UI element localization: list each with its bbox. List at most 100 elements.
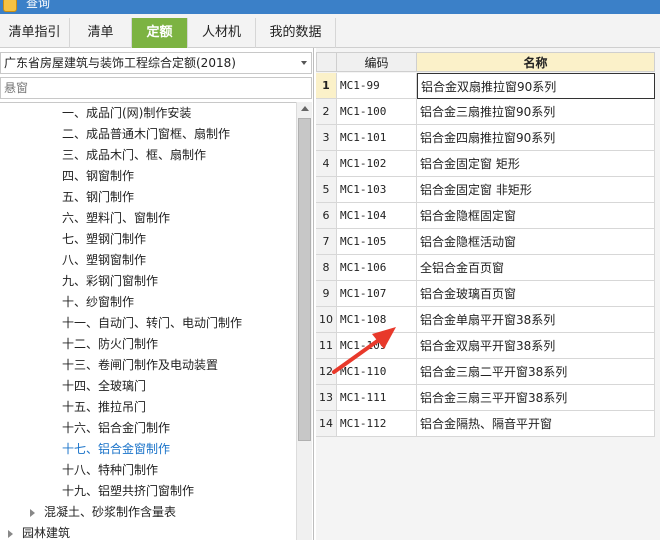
cell-code[interactable]: MC1-110 xyxy=(337,359,417,385)
scrollbar-thumb[interactable] xyxy=(298,118,311,441)
table-row[interactable]: 11 MC1-109 铝合金双扇平开窗38系列 xyxy=(316,333,660,359)
quota-library-select-value: 广东省房屋建筑与装饰工程综合定额(2018) xyxy=(4,56,236,70)
cell-code[interactable]: MC1-104 xyxy=(337,203,417,229)
row-number: 8 xyxy=(316,255,337,281)
cell-code[interactable]: MC1-105 xyxy=(337,229,417,255)
tree-item[interactable]: 八、塑钢窗制作 xyxy=(62,250,146,271)
cell-code[interactable]: MC1-102 xyxy=(337,151,417,177)
tree-item[interactable]: 十二、防火门制作 xyxy=(62,334,158,355)
tab-my-data[interactable]: 我的数据 xyxy=(256,18,336,48)
table-row[interactable]: 2 MC1-100 铝合金三扇推拉窗90系列 xyxy=(316,99,660,125)
cell-name[interactable]: 铝合金四扇推拉窗90系列 xyxy=(417,125,655,151)
tab-list-guide[interactable]: 清单指引 xyxy=(0,18,70,48)
search-input[interactable] xyxy=(0,77,312,99)
chevron-down-icon[interactable] xyxy=(301,61,307,65)
column-header-code[interactable]: 编码 xyxy=(337,52,417,72)
cell-name[interactable]: 铝合金隐框活动窗 xyxy=(417,229,655,255)
cell-code[interactable]: MC1-107 xyxy=(337,281,417,307)
row-number: 3 xyxy=(316,125,337,151)
tree-item[interactable]: 十、纱窗制作 xyxy=(62,292,134,313)
tree-item[interactable]: 十四、全玻璃门 xyxy=(62,376,146,397)
cell-code[interactable]: MC1-109 xyxy=(337,333,417,359)
row-number: 13 xyxy=(316,385,337,411)
row-number: 11 xyxy=(316,333,337,359)
tree-item[interactable]: 十五、推拉吊门 xyxy=(62,397,146,418)
quota-grid-panel: 编码 名称 1 MC1-99 铝合金双扇推拉窗90系列 2 MC1-100 铝合… xyxy=(316,48,660,540)
table-row[interactable]: 14 MC1-112 铝合金隔热、隔音平开窗 xyxy=(316,411,660,437)
cell-code[interactable]: MC1-99 xyxy=(337,73,417,99)
title-bar: 查询 xyxy=(0,0,660,14)
table-row[interactable]: 13 MC1-111 铝合金三扇三平开窗38系列 xyxy=(316,385,660,411)
tab-list[interactable]: 清单 xyxy=(70,18,132,48)
row-number-header xyxy=(316,52,337,72)
chapter-tree: 一、成品门(网)制作安装 二、成品普通木门窗框、扇制作 三、成品木门、框、扇制作… xyxy=(0,102,296,540)
table-row[interactable]: 7 MC1-105 铝合金隐框活动窗 xyxy=(316,229,660,255)
expand-arrow-icon[interactable] xyxy=(30,508,35,517)
column-header-name[interactable]: 名称 xyxy=(417,52,655,72)
cell-name[interactable]: 铝合金单扇平开窗38系列 xyxy=(417,307,655,333)
tree-item[interactable]: 六、塑料门、窗制作 xyxy=(62,208,170,229)
expand-arrow-icon[interactable] xyxy=(8,529,13,538)
tree-item[interactable]: 十一、自动门、转门、电动门制作 xyxy=(62,313,242,334)
tree-item-label: 混凝土、砂浆制作含量表 xyxy=(44,505,177,519)
tree-item[interactable]: 九、彩钢门窗制作 xyxy=(62,271,158,292)
table-row[interactable]: 3 MC1-101 铝合金四扇推拉窗90系列 xyxy=(316,125,660,151)
cell-code[interactable]: MC1-108 xyxy=(337,307,417,333)
tree-item-collapsed[interactable]: 混凝土、砂浆制作含量表 xyxy=(30,502,176,523)
table-row[interactable]: 9 MC1-107 铝合金玻璃百页窗 xyxy=(316,281,660,307)
row-number: 6 xyxy=(316,203,337,229)
tree-item-collapsed[interactable]: 园林建筑 xyxy=(8,523,70,540)
tree-item[interactable]: 十九、铝塑共挤门窗制作 xyxy=(62,481,194,502)
table-row[interactable]: 5 MC1-103 铝合金固定窗 非矩形 xyxy=(316,177,660,203)
cell-code[interactable]: MC1-112 xyxy=(337,411,417,437)
row-number: 4 xyxy=(316,151,337,177)
cell-name[interactable]: 铝合金双扇平开窗38系列 xyxy=(417,333,655,359)
tree-item[interactable]: 十六、铝合金门制作 xyxy=(62,418,170,439)
cell-name[interactable]: 铝合金三扇推拉窗90系列 xyxy=(417,99,655,125)
tree-scrollbar[interactable] xyxy=(296,102,312,540)
row-number: 7 xyxy=(316,229,337,255)
table-row[interactable]: 8 MC1-106 全铝合金百页窗 xyxy=(316,255,660,281)
window-title: 查询 xyxy=(26,0,51,10)
tab-labor-material-machine[interactable]: 人材机 xyxy=(188,18,256,48)
tree-item[interactable]: 十三、卷闸门制作及电动装置 xyxy=(62,355,218,376)
cell-name[interactable]: 铝合金隔热、隔音平开窗 xyxy=(417,411,655,437)
tree-item[interactable]: 五、钢门制作 xyxy=(62,187,134,208)
cell-name[interactable]: 铝合金三扇三平开窗38系列 xyxy=(417,385,655,411)
cell-name[interactable]: 铝合金双扇推拉窗90系列 xyxy=(417,73,655,99)
tab-quota[interactable]: 定额 xyxy=(132,18,188,48)
tree-item[interactable]: 一、成品门(网)制作安装 xyxy=(62,103,191,124)
app-icon xyxy=(3,0,17,12)
row-number: 14 xyxy=(316,411,337,437)
tree-item[interactable]: 二、成品普通木门窗框、扇制作 xyxy=(62,124,230,145)
cell-name[interactable]: 铝合金固定窗 矩形 xyxy=(417,151,655,177)
tab-bar: 清单指引 清单 定额 人材机 我的数据 xyxy=(0,14,660,48)
cell-code[interactable]: MC1-100 xyxy=(337,99,417,125)
cell-name[interactable]: 铝合金隐框固定窗 xyxy=(417,203,655,229)
table-row[interactable]: 1 MC1-99 铝合金双扇推拉窗90系列 xyxy=(316,73,660,99)
quota-library-select[interactable]: 广东省房屋建筑与装饰工程综合定额(2018) xyxy=(0,52,312,74)
tree-item-label: 园林建筑 xyxy=(22,526,71,540)
tree-item[interactable]: 四、钢窗制作 xyxy=(62,166,134,187)
row-number: 10 xyxy=(316,307,337,333)
left-panel: 广东省房屋建筑与装饰工程综合定额(2018) 一、成品门(网)制作安装 二、成品… xyxy=(0,48,314,540)
table-row[interactable]: 4 MC1-102 铝合金固定窗 矩形 xyxy=(316,151,660,177)
scroll-up-icon[interactable] xyxy=(301,106,309,111)
row-number: 2 xyxy=(316,99,337,125)
tree-item-selected[interactable]: 十七、铝合金窗制作 xyxy=(62,439,170,460)
cell-code[interactable]: MC1-103 xyxy=(337,177,417,203)
cell-name[interactable]: 铝合金玻璃百页窗 xyxy=(417,281,655,307)
table-row[interactable]: 10 MC1-108 铝合金单扇平开窗38系列 xyxy=(316,307,660,333)
cell-code[interactable]: MC1-101 xyxy=(337,125,417,151)
table-row[interactable]: 6 MC1-104 铝合金隐框固定窗 xyxy=(316,203,660,229)
cell-name[interactable]: 铝合金三扇二平开窗38系列 xyxy=(417,359,655,385)
tree-item[interactable]: 十八、特种门制作 xyxy=(62,460,158,481)
cell-code[interactable]: MC1-111 xyxy=(337,385,417,411)
tree-item[interactable]: 七、塑钢门制作 xyxy=(62,229,146,250)
cell-code[interactable]: MC1-106 xyxy=(337,255,417,281)
cell-name[interactable]: 全铝合金百页窗 xyxy=(417,255,655,281)
cell-name[interactable]: 铝合金固定窗 非矩形 xyxy=(417,177,655,203)
table-row[interactable]: 12 MC1-110 铝合金三扇二平开窗38系列 xyxy=(316,359,660,385)
row-number: 1 xyxy=(316,73,337,99)
tree-item[interactable]: 三、成品木门、框、扇制作 xyxy=(62,145,206,166)
